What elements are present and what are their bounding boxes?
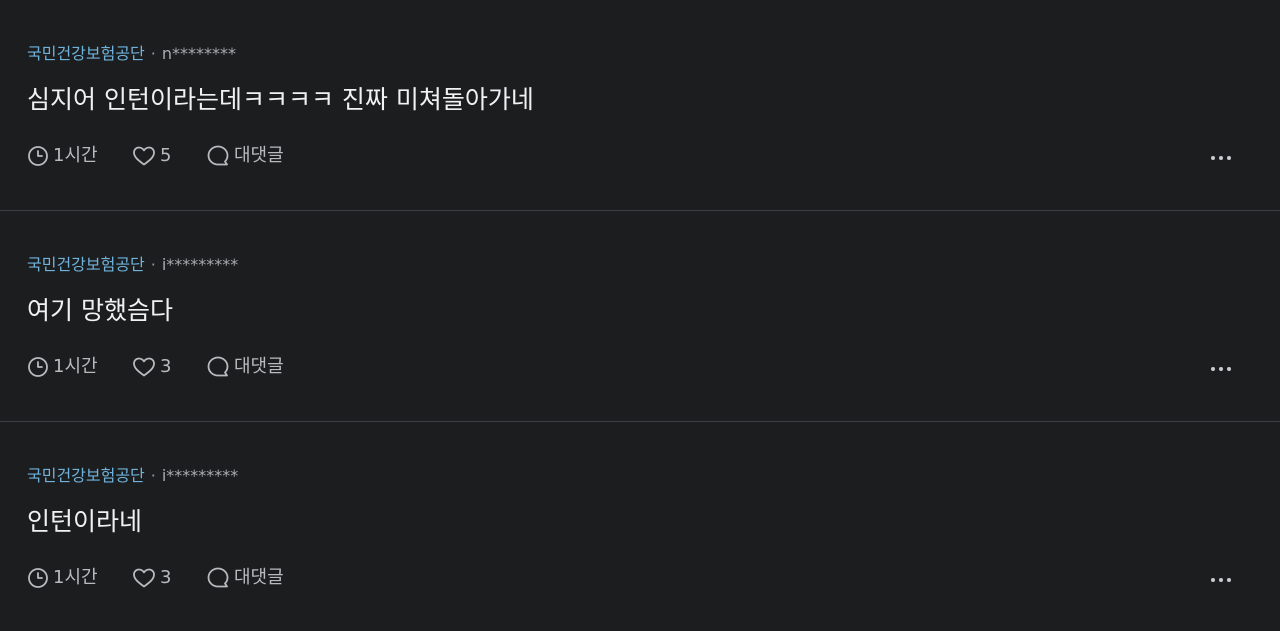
author-name: n********	[161, 44, 236, 63]
heart-icon	[133, 568, 155, 588]
like-count: 3	[160, 567, 172, 588]
more-dots-icon	[1211, 367, 1231, 371]
like-count: 5	[160, 145, 172, 166]
comment-actions: 1시간 3 대댓글	[27, 353, 284, 381]
comment-item: 국민건강보험공단 · n******** 심지어 인턴이라는데ㅋㅋㅋㅋ 진짜 미쳐돌…	[0, 0, 1280, 211]
author-name: i*********	[161, 466, 239, 485]
meta-separator: ·	[150, 466, 156, 485]
more-dots-icon	[1211, 578, 1231, 582]
time-label: 1시간	[53, 356, 98, 377]
company-name[interactable]: 국민건강보험공단	[27, 466, 145, 485]
comment-actions: 1시간 5 대댓글	[27, 142, 284, 170]
comment-meta: 국민건강보험공단 · i*********	[27, 255, 238, 275]
speech-bubble-icon	[207, 356, 229, 377]
comment-text: 인턴이라네	[27, 507, 143, 536]
timestamp: 1시간	[27, 145, 132, 167]
heart-icon	[133, 146, 155, 166]
comment-item: 국민건강보험공단 · i********* 인턴이라네 1시간 3 대댓글	[0, 422, 1280, 631]
reply-label: 대댓글	[234, 145, 284, 166]
timestamp: 1시간	[27, 567, 132, 589]
more-options-button[interactable]	[1209, 357, 1233, 381]
like-button[interactable]: 3	[132, 356, 206, 378]
speech-bubble-icon	[207, 145, 229, 166]
comment-text: 심지어 인턴이라는데ㅋㅋㅋㅋ 진짜 미쳐돌아가네	[27, 85, 534, 114]
heart-icon	[133, 357, 155, 377]
more-options-button[interactable]	[1209, 146, 1233, 170]
comment-meta: 국민건강보험공단 · i*********	[27, 466, 238, 486]
more-options-button[interactable]	[1209, 568, 1233, 592]
clock-icon	[28, 568, 48, 588]
comment-item: 국민건강보험공단 · i********* 여기 망했슴다 1시간 3 대댓글	[0, 211, 1280, 422]
clock-icon	[28, 357, 48, 377]
author-name: i*********	[161, 255, 239, 274]
speech-bubble-icon	[207, 567, 229, 588]
reply-button[interactable]: 대댓글	[206, 144, 284, 168]
like-button[interactable]: 3	[132, 567, 206, 589]
company-name[interactable]: 국민건강보험공단	[27, 44, 145, 63]
more-dots-icon	[1211, 156, 1231, 160]
comment-text: 여기 망했슴다	[27, 296, 173, 325]
reply-button[interactable]: 대댓글	[206, 355, 284, 379]
meta-separator: ·	[150, 44, 156, 63]
like-button[interactable]: 5	[132, 145, 206, 167]
reply-label: 대댓글	[234, 356, 284, 377]
clock-icon	[28, 146, 48, 166]
time-label: 1시간	[53, 145, 98, 166]
company-name[interactable]: 국민건강보험공단	[27, 255, 145, 274]
comment-list: 국민건강보험공단 · n******** 심지어 인턴이라는데ㅋㅋㅋㅋ 진짜 미쳐돌…	[0, 0, 1280, 631]
comment-actions: 1시간 3 대댓글	[27, 564, 284, 592]
like-count: 3	[160, 356, 172, 377]
time-label: 1시간	[53, 567, 98, 588]
comment-meta: 국민건강보험공단 · n********	[27, 44, 236, 64]
reply-label: 대댓글	[234, 567, 284, 588]
reply-button[interactable]: 대댓글	[206, 566, 284, 590]
timestamp: 1시간	[27, 356, 132, 378]
meta-separator: ·	[150, 255, 156, 274]
